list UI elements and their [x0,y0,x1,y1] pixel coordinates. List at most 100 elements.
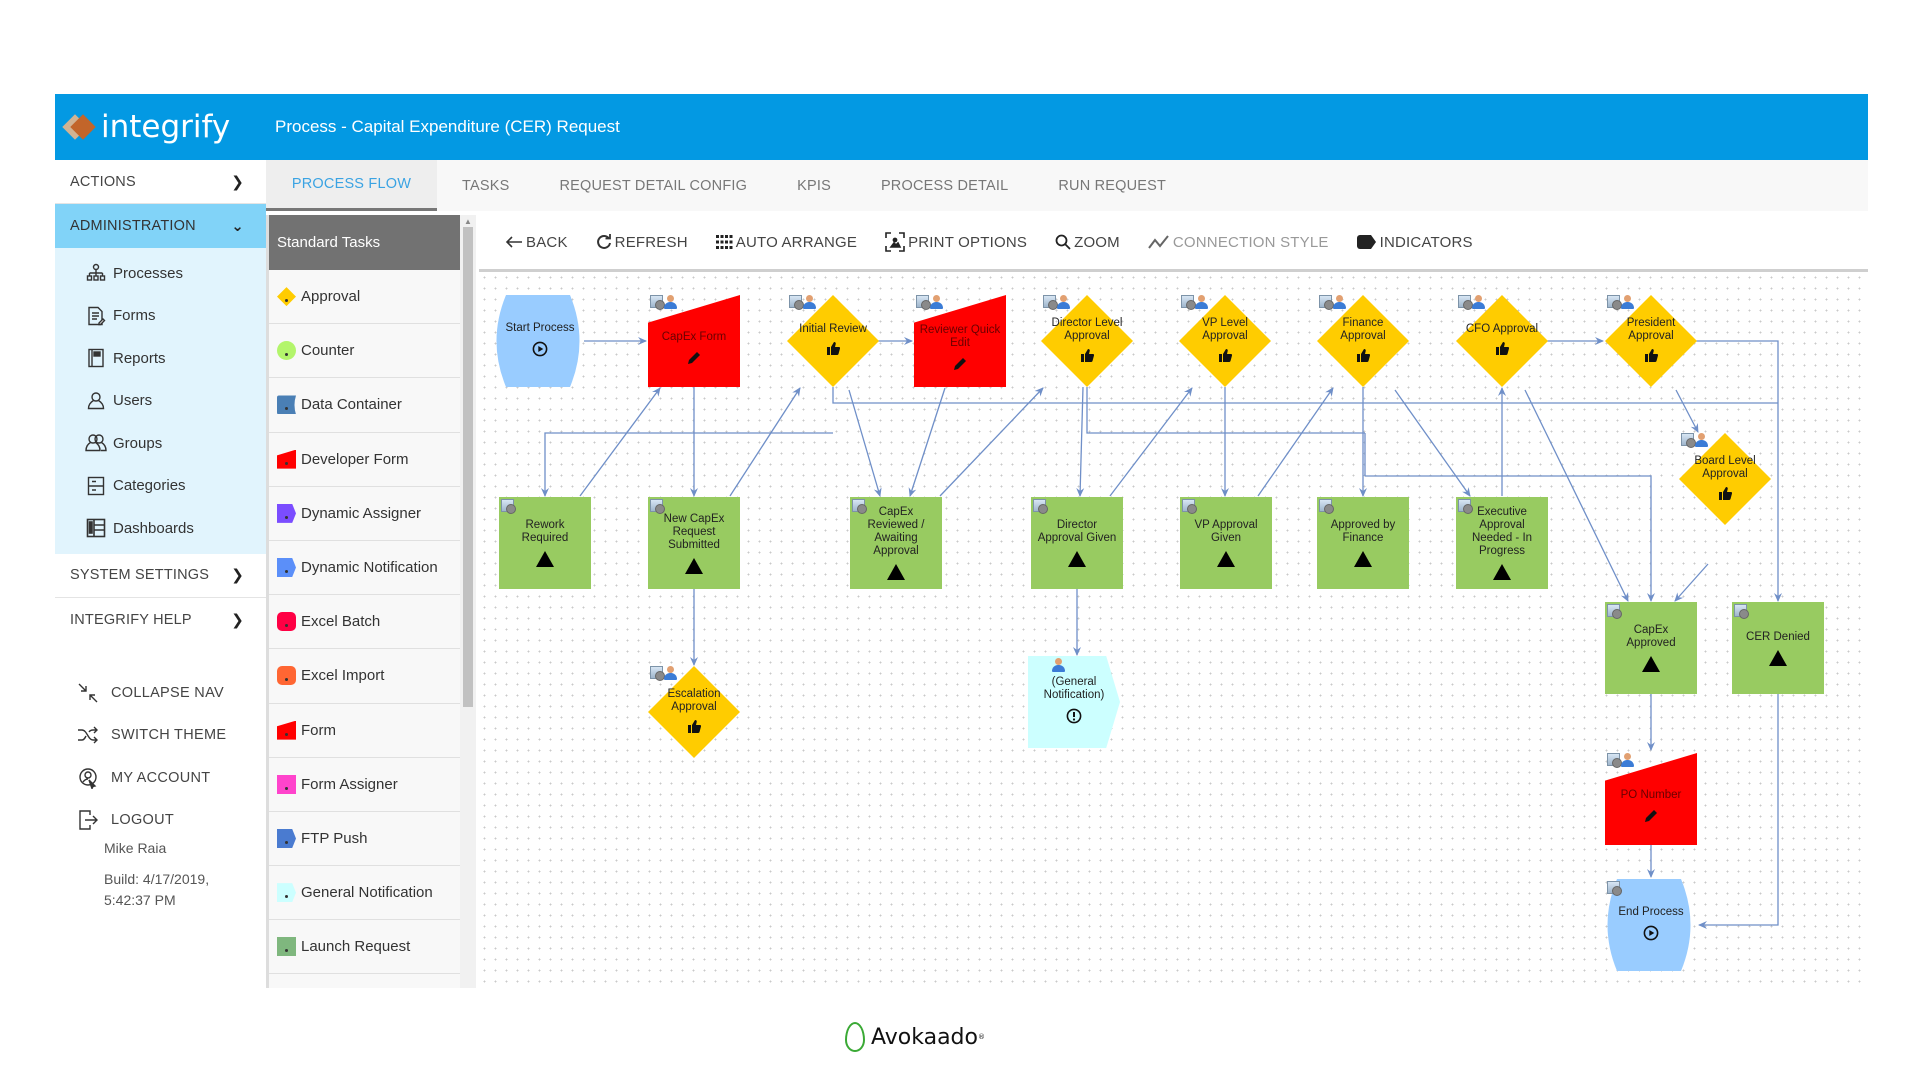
assignee-user-icon[interactable] [1052,658,1065,672]
switch-theme-label: SWITCH THEME [111,727,227,744]
indicators-button[interactable]: INDICATORS [1356,234,1473,251]
task-settings-icon[interactable] [1181,295,1196,310]
task-settings-icon[interactable] [1607,295,1622,310]
task-settings-icon[interactable] [852,499,867,514]
assignee-user-icon[interactable] [930,295,943,309]
scrollbar-thumb[interactable] [463,227,473,707]
tasks-scrollbar[interactable]: ▲ [460,215,476,988]
arrow-left-icon [505,235,523,249]
task-settings-icon[interactable] [1734,604,1749,619]
task-settings-icon[interactable] [1458,295,1473,310]
play-circle-icon [532,341,548,361]
task-item-label: Developer Form [301,450,409,468]
task-item[interactable]: Launch Request [269,920,460,975]
task-item-label: Dynamic Notification [301,559,438,577]
sidebar-integrify-help[interactable]: INTEGRIFY HELP ❯ [55,598,266,642]
sidebar-item-reports[interactable]: Reports [55,337,266,380]
dashboard-icon [85,517,107,539]
assignee-user-icon[interactable] [1057,295,1070,309]
sidebar-system-settings[interactable]: SYSTEM SETTINGS ❯ [55,554,266,598]
flow-node-general-notification[interactable]: (General Notification) [1028,656,1120,748]
task-item[interactable]: Dynamic Assigner [269,487,460,541]
switch-theme-button[interactable]: SWITCH THEME [55,714,266,757]
form-task-icon [277,720,296,740]
connection-style-button[interactable]: CONNECTION STYLE [1148,234,1329,251]
task-settings-icon[interactable] [650,295,665,310]
node-badges [1033,499,1048,514]
collapse-nav-button[interactable]: COLLAPSE NAV [55,672,266,715]
tab-request-detail-config[interactable]: REQUEST DETAIL CONFIG [534,160,772,211]
task-item[interactable]: Excel Import [269,649,460,704]
brand-logo[interactable]: integrify [55,94,266,160]
sidebar-item-users[interactable]: Users [55,380,266,423]
task-item[interactable]: General Notification [269,866,460,921]
task-settings-icon[interactable] [501,499,516,514]
refresh-label: REFRESH [614,233,688,251]
node-badges [650,295,677,310]
sidebar-item-groups[interactable]: Groups [55,422,266,465]
task-settings-icon[interactable] [1458,499,1473,514]
tab-process-detail[interactable]: PROCESS DETAIL [856,160,1033,211]
assignee-user-icon[interactable] [664,295,677,309]
zoom-button[interactable]: ZOOM [1055,234,1120,251]
my-account-button[interactable]: MY ACCOUNT [55,757,266,800]
task-settings-icon[interactable] [1182,499,1197,514]
task-settings-icon[interactable] [916,295,931,310]
print-options-button[interactable]: PRINT OPTIONS [885,232,1027,252]
task-settings-icon[interactable] [789,295,804,310]
pentagon-task-icon [277,558,296,578]
task-item[interactable]: Dynamic Notification [269,541,460,596]
sidebar-item-forms[interactable]: Forms [55,295,266,338]
sidebar-administration[interactable]: ADMINISTRATION ⌄ [55,204,266,248]
task-settings-icon[interactable] [1607,881,1622,896]
task-settings-icon[interactable] [650,666,665,681]
task-item[interactable]: Approval [269,270,460,325]
task-item[interactable]: FTP Push [269,812,460,867]
assignee-user-icon[interactable] [1472,295,1485,309]
sidebar-bottom-links: COLLAPSE NAV SWITCH THEME MY ACCOUNT LOG… [55,672,266,911]
tab-process-flow[interactable]: PROCESS FLOW [266,160,437,211]
my-account-label: MY ACCOUNT [111,769,211,786]
assignee-user-icon[interactable] [1333,295,1346,309]
flow-node-start[interactable]: Start Process [494,295,586,387]
assignee-user-icon[interactable] [1621,295,1634,309]
categories-icon [85,475,107,497]
refresh-button[interactable]: REFRESH [596,234,688,251]
tab-run-request[interactable]: RUN REQUEST [1033,160,1191,211]
logout-button[interactable]: LOGOUT [55,799,266,842]
task-item[interactable]: Counter [269,324,460,379]
task-settings-icon[interactable] [1043,295,1058,310]
task-settings-icon[interactable] [1319,295,1334,310]
task-settings-icon[interactable] [1319,499,1334,514]
task-item[interactable]: Data Container [269,378,460,433]
node-badges [1607,295,1634,310]
flow-node-label: Escalation Approval [667,687,721,713]
container-task-icon [277,395,296,414]
auto-arrange-button[interactable]: AUTO ARRANGE [715,234,857,251]
task-item[interactable]: Form Assigner [269,758,460,812]
sidebar-item-categories[interactable]: Categories [55,465,266,508]
grid-icon [715,235,733,249]
sidebar-item-processes[interactable]: Processes [55,252,266,295]
task-settings-icon[interactable] [1033,499,1048,514]
tab-tasks[interactable]: TASKS [437,160,534,211]
back-button[interactable]: BACK [505,234,568,251]
task-settings-icon[interactable] [650,499,665,514]
task-settings-icon[interactable] [1607,753,1622,768]
task-settings-icon[interactable] [1607,604,1622,619]
task-settings-icon[interactable] [1681,433,1696,448]
sidebar-item-dashboards[interactable]: Dashboards [55,507,266,550]
tab-kpis[interactable]: KPIS [772,160,856,211]
assignee-user-icon[interactable] [1695,433,1708,447]
assignee-user-icon[interactable] [1621,753,1634,767]
sidebar-actions[interactable]: ACTIONS ❯ [55,160,266,204]
user-info: Mike Raia Build: 4/17/2019, 5:42:37 PM [55,838,266,911]
task-item[interactable]: Form [269,704,460,758]
task-item[interactable]: Excel Batch [269,595,460,650]
square-task-icon [277,774,296,794]
assignee-user-icon[interactable] [1195,295,1208,309]
assignee-user-icon[interactable] [803,295,816,309]
scroll-up-icon[interactable]: ▲ [464,217,472,226]
assignee-user-icon[interactable] [664,666,677,680]
task-item[interactable]: Developer Form [269,433,460,487]
